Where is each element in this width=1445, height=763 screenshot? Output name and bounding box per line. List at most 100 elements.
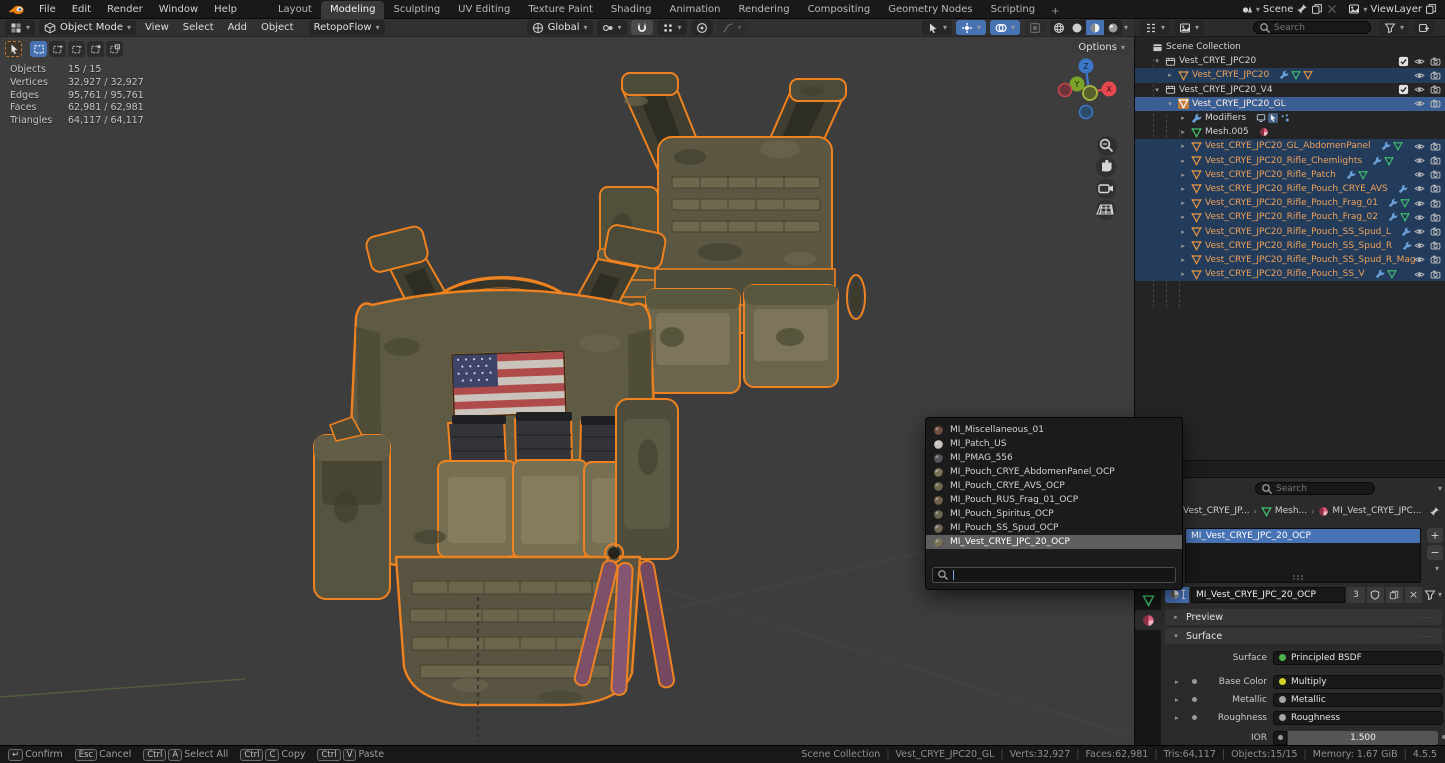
- camera-icon[interactable]: [1430, 98, 1441, 109]
- outliner-row[interactable]: ▸Vest_CRYE_JPC20: [1135, 68, 1445, 82]
- new-viewlayer-icon[interactable]: [1425, 3, 1437, 15]
- shading-material-button[interactable]: [1086, 20, 1104, 35]
- select-box-new-button[interactable]: [30, 41, 47, 57]
- viewlayer-selector[interactable]: ViewLayer: [1348, 3, 1437, 15]
- camera-icon[interactable]: [1430, 198, 1441, 209]
- material-option[interactable]: MI_Pouch_Spiritus_OCP: [926, 507, 1182, 521]
- camera-icon[interactable]: [1430, 183, 1441, 194]
- orientation-dropdown[interactable]: Global: [527, 20, 593, 35]
- disclosure-closed-icon[interactable]: ▸: [1178, 128, 1188, 136]
- material-option[interactable]: MI_Vest_CRYE_JPC_20_OCP: [926, 535, 1182, 549]
- proportional-edit-toggle[interactable]: [691, 20, 713, 35]
- chevron-down-icon[interactable]: [1438, 484, 1442, 493]
- zoom-button[interactable]: [1097, 136, 1117, 156]
- disclosure-open-icon[interactable]: ▾: [1152, 57, 1162, 65]
- disclosure-closed-icon[interactable]: ▸: [1178, 270, 1188, 278]
- outliner-item-label[interactable]: Scene Collection: [1166, 42, 1241, 52]
- material-option[interactable]: MI_PMAG_556: [926, 451, 1182, 465]
- material-option[interactable]: MI_Pouch_RUS_Frag_01_OCP: [926, 493, 1182, 507]
- preview-panel-header[interactable]: ▸Preview⋯⋯: [1165, 609, 1442, 625]
- options-button[interactable]: Options: [1072, 40, 1131, 54]
- tab-shading[interactable]: Shading: [602, 1, 661, 19]
- camera-icon[interactable]: [1430, 226, 1441, 237]
- outliner-filter-dropdown[interactable]: [1379, 20, 1409, 35]
- outliner-row[interactable]: ▸Vest_CRYE_JPC20_GL_AbdomenPanel: [1135, 139, 1445, 153]
- roughness-input[interactable]: Roughness: [1273, 711, 1443, 725]
- menu-edit[interactable]: Edit: [64, 0, 99, 19]
- camera-icon[interactable]: [1430, 240, 1441, 251]
- tab-object-data[interactable]: [1135, 590, 1161, 610]
- outliner-search[interactable]: [1253, 21, 1371, 34]
- outliner-search-input[interactable]: [1274, 23, 1354, 33]
- disclosure-closed-icon[interactable]: ▸: [1178, 228, 1188, 236]
- outliner-row[interactable]: ▸Vest_CRYE_JPC20_Rifle_Chemlights: [1135, 154, 1445, 168]
- slot-specials-dropdown[interactable]: [1435, 564, 1439, 573]
- menu-window[interactable]: Window: [151, 0, 206, 19]
- outliner-item-label[interactable]: Vest_CRYE_JPC20_V4: [1179, 85, 1273, 95]
- base-color-input[interactable]: Multiply: [1273, 675, 1443, 689]
- disclosure-closed-icon[interactable]: ▸: [1178, 213, 1188, 221]
- pin-icon[interactable]: [1429, 506, 1440, 517]
- tab-uv-editing[interactable]: UV Editing: [449, 1, 519, 19]
- material-slot-active[interactable]: MI_Vest_CRYE_JPC_20_OCP: [1186, 529, 1420, 543]
- tab-texture-paint[interactable]: Texture Paint: [519, 1, 602, 19]
- snap-with-dropdown[interactable]: [657, 20, 687, 35]
- checkbox-icon[interactable]: [1398, 56, 1409, 67]
- camera-icon[interactable]: [1430, 169, 1441, 180]
- select-box-intersect-button[interactable]: [106, 41, 123, 57]
- outliner-item-label[interactable]: Vest_CRYE_JPC20_Rifle_Pouch_SS_Spud_R: [1205, 241, 1392, 251]
- tab-layout[interactable]: Layout: [269, 1, 321, 19]
- overlays-toggle[interactable]: [990, 20, 1020, 35]
- eye-icon[interactable]: [1414, 183, 1425, 194]
- eye-icon[interactable]: [1414, 226, 1425, 237]
- shading-wireframe-button[interactable]: [1050, 20, 1068, 35]
- outliner-row[interactable]: ▸Vest_CRYE_JPC20_Rifle_Pouch_Frag_01: [1135, 196, 1445, 210]
- popup-search[interactable]: [932, 567, 1176, 583]
- tab-sculpting[interactable]: Sculpting: [384, 1, 449, 19]
- material-option-label[interactable]: MI_Pouch_RUS_Frag_01_OCP: [950, 495, 1078, 505]
- surface-panel-header[interactable]: ▾Surface⋯⋯: [1165, 628, 1442, 644]
- camera-icon[interactable]: [1430, 254, 1441, 265]
- fake-user-button[interactable]: [1367, 587, 1384, 603]
- viewport-menu-select[interactable]: Select: [176, 22, 221, 33]
- mode-dropdown[interactable]: Object Mode: [39, 20, 136, 35]
- disclosure-closed-icon[interactable]: ▸: [1178, 256, 1188, 264]
- outliner-item-label[interactable]: Vest_CRYE_JPC20_Rifle_Pouch_SS_Spud_R_Ma…: [1205, 255, 1416, 265]
- tab-modeling[interactable]: Modeling: [321, 1, 385, 19]
- scene-name[interactable]: Scene: [1263, 4, 1294, 15]
- pan-hand-button[interactable]: [1096, 157, 1116, 177]
- disclosure-closed-icon[interactable]: ▸: [1178, 114, 1188, 122]
- material-option-label[interactable]: MI_Vest_CRYE_JPC_20_OCP: [950, 537, 1070, 547]
- material-option[interactable]: MI_Patch_US: [926, 437, 1182, 451]
- select-box-extend-button[interactable]: [49, 41, 66, 57]
- disclosure-closed-icon[interactable]: ▸: [1178, 199, 1188, 207]
- eye-icon[interactable]: [1414, 198, 1425, 209]
- tab-compositing[interactable]: Compositing: [799, 1, 880, 19]
- camera-icon[interactable]: [1430, 141, 1441, 152]
- outliner-row[interactable]: ▾Vest_CRYE_JPC20: [1135, 54, 1445, 68]
- tab-geometry-nodes[interactable]: Geometry Nodes: [879, 1, 981, 19]
- add-workspace-button[interactable]: +: [1044, 4, 1066, 19]
- outliner-row[interactable]: ▾Vest_CRYE_JPC20_GL: [1135, 97, 1445, 111]
- eye-icon[interactable]: [1414, 269, 1425, 280]
- checkbox-icon[interactable]: [1398, 84, 1409, 95]
- shading-rendered-button[interactable]: [1104, 20, 1122, 35]
- eye-icon[interactable]: [1414, 212, 1425, 223]
- material-option-label[interactable]: MI_Pouch_Spiritus_OCP: [950, 509, 1054, 519]
- tab-scripting[interactable]: Scripting: [982, 1, 1044, 19]
- material-option-label[interactable]: MI_Miscellaneous_01: [950, 425, 1044, 435]
- material-option-label[interactable]: MI_Patch_US: [950, 439, 1006, 449]
- outliner-item-label[interactable]: Vest_CRYE_JPC20_GL: [1192, 99, 1286, 109]
- properties-search[interactable]: [1255, 482, 1375, 495]
- surface-shader-dropdown[interactable]: Principled BSDF: [1273, 651, 1443, 665]
- eye-icon[interactable]: [1414, 56, 1425, 67]
- eye-icon[interactable]: [1414, 84, 1425, 95]
- material-option[interactable]: MI_Miscellaneous_01: [926, 423, 1182, 437]
- camera-icon[interactable]: [1430, 155, 1441, 166]
- properties-search-input[interactable]: [1276, 484, 1356, 494]
- breadcrumb-item[interactable]: MI_Vest_CRYE_JPC...: [1318, 506, 1421, 517]
- outliner-row[interactable]: ▾Vest_CRYE_JPC20_V4: [1135, 83, 1445, 97]
- shading-solid-button[interactable]: [1068, 20, 1086, 35]
- outliner-item-label[interactable]: Vest_CRYE_JPC20_Rifle_Patch: [1205, 170, 1336, 180]
- editor-type-button[interactable]: [5, 20, 35, 35]
